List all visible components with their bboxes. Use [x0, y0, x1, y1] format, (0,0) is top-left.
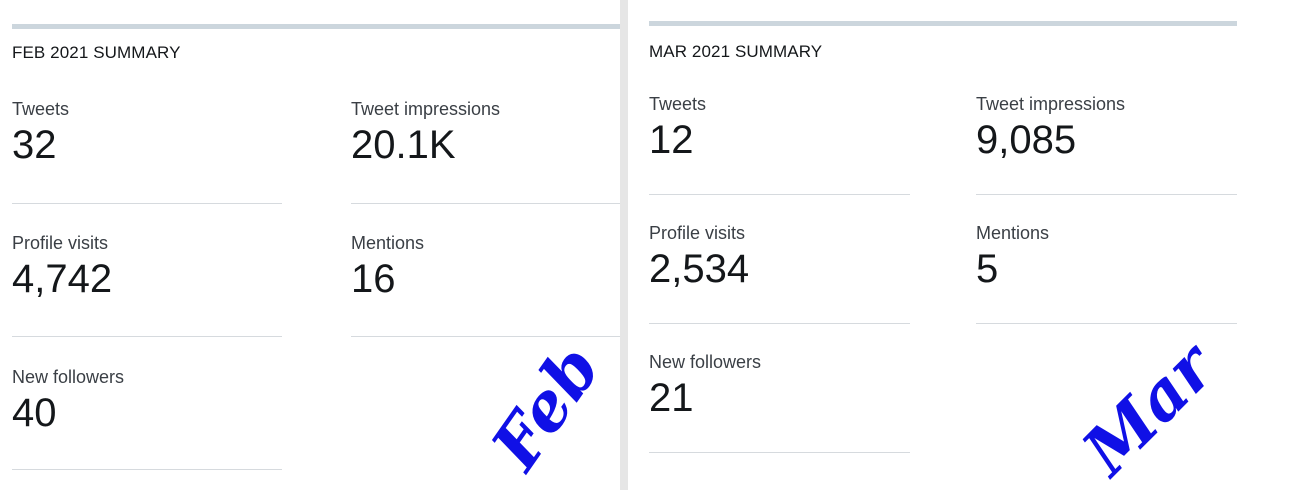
divider	[12, 336, 282, 337]
divider	[12, 469, 282, 470]
divider	[351, 336, 620, 337]
stat-label: New followers	[649, 352, 762, 372]
stat-tweet-impressions: Tweet impressions 9,085	[976, 93, 1125, 163]
stat-tweets: Tweets 32	[12, 98, 69, 168]
divider	[976, 194, 1237, 195]
summary-top-bar	[649, 21, 1237, 26]
summary-title: FEB 2021 SUMMARY	[12, 43, 181, 62]
divider	[649, 323, 910, 324]
divider	[351, 203, 620, 204]
feb-summary-panel: FEB 2021 SUMMARY Tweets 32 Tweet impress…	[0, 0, 620, 490]
stat-value: 12	[649, 118, 694, 162]
stat-profile-visits: Profile visits 4,742	[12, 232, 112, 302]
divider	[649, 452, 910, 453]
divider	[976, 323, 1237, 324]
stat-value: 5	[976, 247, 999, 291]
stat-label: Tweets	[649, 94, 707, 114]
summary-top-bar	[12, 24, 620, 29]
stat-new-followers: New followers 40	[12, 366, 124, 436]
stat-label: Profile visits	[649, 223, 746, 243]
divider	[12, 203, 282, 204]
stat-label: Tweets	[12, 99, 70, 119]
stat-label: Mentions	[976, 223, 1050, 243]
stat-value: 16	[351, 257, 396, 301]
mar-summary-panel: MAR 2021 SUMMARY Tweets 12 Tweet impress…	[628, 0, 1300, 490]
divider	[649, 194, 910, 195]
stat-mentions: Mentions 5	[976, 222, 1049, 292]
stat-value: 21	[649, 376, 694, 420]
stat-value: 2,534	[649, 247, 750, 291]
stat-tweets: Tweets 12	[649, 93, 706, 163]
stat-label: Tweet impressions	[976, 94, 1126, 114]
stat-label: Tweet impressions	[351, 99, 501, 119]
stat-label: Mentions	[351, 233, 425, 253]
stat-value: 9,085	[976, 118, 1077, 162]
stat-tweet-impressions: Tweet impressions 20.1K	[351, 98, 500, 168]
stat-profile-visits: Profile visits 2,534	[649, 222, 749, 292]
stat-value: 20.1K	[351, 123, 456, 167]
stat-value: 32	[12, 123, 57, 167]
stat-value: 4,742	[12, 257, 113, 301]
handwritten-feb-annotation: Feb	[476, 330, 616, 484]
stat-label: New followers	[12, 367, 125, 387]
stat-mentions: Mentions 16	[351, 232, 424, 302]
handwritten-mar-annotation: Mar	[1067, 328, 1230, 490]
summary-title: MAR 2021 SUMMARY	[649, 42, 823, 61]
stat-label: Profile visits	[12, 233, 109, 253]
stat-new-followers: New followers 21	[649, 351, 761, 421]
stat-value: 40	[12, 391, 57, 435]
